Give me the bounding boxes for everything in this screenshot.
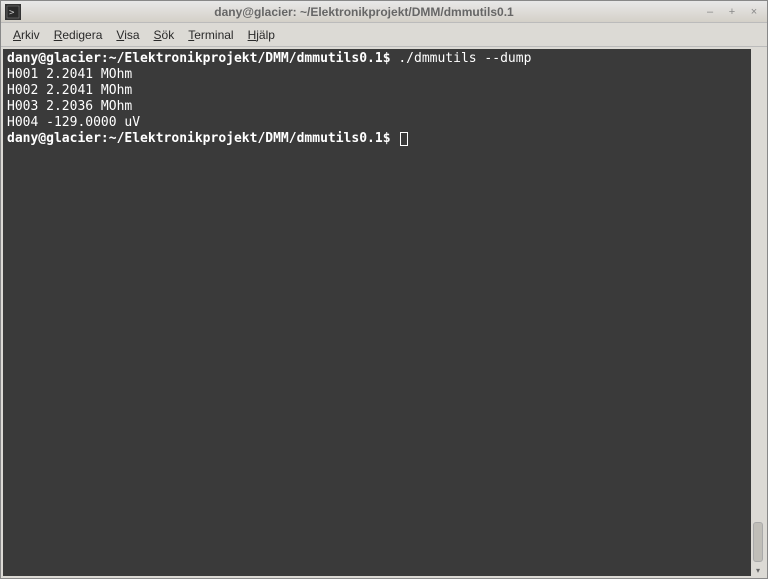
scrollbar-thumb[interactable] <box>753 522 763 562</box>
output-line: H002 2.2041 MOhm <box>7 83 132 98</box>
prompt-path: ~/Elektronikprojekt/DMM/dmmutils0.1 <box>109 131 383 146</box>
terminal-window: > dany@glacier: ~/Elektronikprojekt/DMM/… <box>0 0 768 579</box>
window-title: dany@glacier: ~/Elektronikprojekt/DMM/dm… <box>27 5 701 19</box>
terminal-container: dany@glacier:~/Elektronikprojekt/DMM/dmm… <box>1 47 767 578</box>
close-button[interactable]: × <box>745 5 763 19</box>
output-line: H004 -129.0000 uV <box>7 115 140 130</box>
prompt-symbol: $ <box>383 51 391 66</box>
menu-visa[interactable]: Visa <box>110 26 145 44</box>
prompt-symbol: $ <box>383 131 391 146</box>
menu-sok[interactable]: Sök <box>148 26 181 44</box>
scrollbar-down-icon[interactable]: ▾ <box>753 564 763 576</box>
command-text: ./dmmutils --dump <box>398 51 531 66</box>
cursor <box>400 132 408 146</box>
app-icon: > <box>5 4 21 20</box>
prompt-user: dany@glacier <box>7 51 101 66</box>
menu-terminal[interactable]: Terminal <box>182 26 239 44</box>
window-controls: – + × <box>701 5 763 19</box>
menubar: Arkiv Redigera Visa Sök Terminal Hjälp <box>1 23 767 47</box>
scrollbar[interactable]: ▾ <box>751 49 765 576</box>
menu-arkiv[interactable]: Arkiv <box>7 26 46 44</box>
menu-redigera[interactable]: Redigera <box>48 26 109 44</box>
output-line: H001 2.2041 MOhm <box>7 67 132 82</box>
titlebar[interactable]: > dany@glacier: ~/Elektronikprojekt/DMM/… <box>1 1 767 23</box>
prompt-path: ~/Elektronikprojekt/DMM/dmmutils0.1 <box>109 51 383 66</box>
terminal-area[interactable]: dany@glacier:~/Elektronikprojekt/DMM/dmm… <box>3 49 751 576</box>
output-line: H003 2.2036 MOhm <box>7 99 132 114</box>
minimize-button[interactable]: – <box>701 5 719 19</box>
menu-hjalp[interactable]: Hjälp <box>242 26 281 44</box>
svg-text:>: > <box>9 8 15 18</box>
maximize-button[interactable]: + <box>723 5 741 19</box>
prompt-user: dany@glacier <box>7 131 101 146</box>
